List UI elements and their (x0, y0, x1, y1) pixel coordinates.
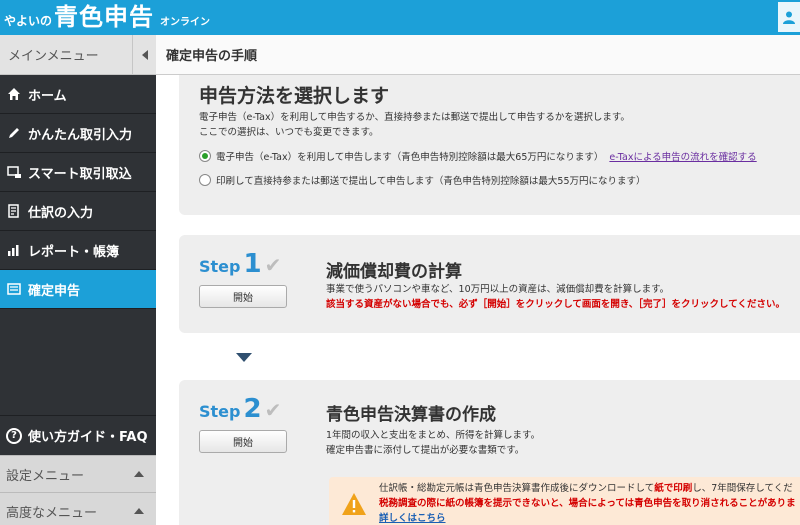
sidebar-item-reports[interactable]: レポート・帳簿 (0, 231, 156, 270)
sidebar-item-home[interactable]: ホーム (0, 75, 156, 114)
details-link[interactable]: 詳しくはこちら (379, 513, 446, 524)
step1-title: 減価償却費の計算 (326, 262, 462, 282)
etax-option-label: 電子申告（e-Tax）を利用して申告します（青色申告特別控除額は最大65万円にな… (216, 152, 604, 163)
advanced-menu-toggle[interactable]: 高度なメニュー (0, 492, 156, 525)
notice-print-emphasis: 紙で印刷 (654, 483, 693, 494)
step1-desc-line: 事業で使うパソコンや車など、10万円以上の資産は、減価償却費を計算します。 (326, 284, 670, 295)
sidebar: メインメニュー ホーム かんたん取引入力 スマート取引取込 仕訳の入力 レポート… (0, 34, 156, 525)
sidebar-item-simple-entry[interactable]: かんたん取引入力 (0, 114, 156, 153)
ledger-notice-text: 仕訳帳・総勘定元帳は青色申告決算書作成後にダウンロードして紙で印刷し、7年間保存… (379, 481, 796, 525)
etax-flow-link[interactable]: e-Taxによる申告の流れを確認する (609, 149, 756, 163)
logo-title: 青色申告 (54, 3, 155, 31)
step-word: Step (199, 257, 241, 276)
filing-method-panel: 申告方法を選択します 電子申告（e-Tax）を利用して申告するか、直接持参または… (179, 75, 800, 215)
import-icon (6, 164, 22, 180)
warning-icon (342, 493, 366, 515)
step2-desc-line: 確定申告書に添付して提出が必要な書類です。 (326, 445, 525, 456)
sidebar-item-tax-return[interactable]: 確定申告 (0, 270, 156, 309)
tax-return-icon (6, 281, 22, 297)
sidebar-item-label: 確定申告 (28, 283, 81, 299)
step-number: 1 (243, 249, 262, 279)
filing-method-desc-line: ここでの選択は、いつでも変更できます。 (199, 127, 379, 138)
home-icon (6, 86, 22, 102)
sidebar-item-guide-faq[interactable]: ? 使い方ガイド・FAQ (0, 415, 156, 455)
sidebar-item-label: 使い方ガイド・FAQ (28, 430, 148, 445)
notice-line-2: 税務調査の際に紙の帳簿を提示できないと、場合によっては青色申告を取り消されること… (379, 498, 796, 509)
step2-description: 1年間の収入と支出をまとめ、所得を計算します。 確定申告書に添付して提出が必要な… (326, 428, 540, 458)
print-radio[interactable] (199, 174, 211, 186)
main-menu-header: メインメニュー (0, 34, 156, 75)
help-icon: ? (6, 427, 22, 444)
step-number: 2 (243, 394, 262, 424)
sidebar-item-label: 仕訳の入力 (28, 205, 94, 221)
sidebar-item-label: レポート・帳簿 (28, 244, 120, 260)
sidebar-item-label: かんたん取引入力 (28, 127, 133, 143)
arrow-down-icon (236, 353, 252, 362)
main-content: 確定申告の手順 申告方法を選択します 電子申告（e-Tax）を利用して申告するか… (156, 35, 800, 525)
journal-icon (6, 203, 22, 219)
step1-description: 事業で使うパソコンや車など、10万円以上の資産は、減価償却費を計算します。 該当… (326, 282, 785, 312)
report-icon (6, 242, 22, 258)
chevron-up-icon (134, 471, 144, 477)
step2-label: Step 2 ✔ (199, 394, 281, 424)
filing-method-desc-line: 電子申告（e-Tax）を利用して申告するか、直接持参または郵送で提出して申告する… (199, 112, 630, 123)
logo-prefix: やよいの (4, 14, 53, 28)
step1-label: Step 1 ✔ (199, 249, 281, 279)
step2-start-button[interactable]: 開始 (199, 430, 287, 453)
print-option[interactable]: 印刷して直接持参または郵送で提出して申告します（青色申告特別控除額は最大55万円… (199, 173, 646, 187)
sidebar-item-smart-import[interactable]: スマート取引取込 (0, 153, 156, 192)
step-word: Step (199, 402, 241, 421)
user-icon (783, 11, 795, 24)
ledger-notice: 仕訳帳・総勘定元帳は青色申告決算書作成後にダウンロードして紙で印刷し、7年間保存… (329, 477, 800, 525)
sidebar-item-label: ホーム (28, 88, 67, 104)
etax-option[interactable]: 電子申告（e-Tax）を利用して申告します（青色申告特別控除額は最大65万円にな… (199, 149, 757, 163)
user-menu-button[interactable] (778, 2, 800, 32)
chevron-left-icon (141, 49, 148, 60)
page-title: 確定申告の手順 (156, 35, 800, 75)
main-menu-title: メインメニュー (8, 49, 99, 64)
collapse-sidebar-button[interactable] (132, 34, 156, 75)
etax-radio[interactable] (199, 150, 211, 162)
logo-online: オンライン (160, 17, 211, 28)
step2-title: 青色申告決算書の作成 (326, 405, 496, 425)
check-icon: ✔ (264, 253, 282, 277)
pencil-icon (6, 125, 22, 141)
step1-start-button[interactable]: 開始 (199, 285, 287, 308)
print-option-label: 印刷して直接持参または郵送で提出して申告します（青色申告特別控除額は最大55万円… (216, 176, 646, 187)
filing-method-title: 申告方法を選択します (199, 85, 390, 107)
step2-panel: Step 2 ✔ 開始 青色申告決算書の作成 1年間の収入と支出をまとめ、所得を… (179, 380, 800, 525)
settings-menu-label: 設定メニュー (6, 468, 85, 484)
settings-menu-toggle[interactable]: 設定メニュー (0, 455, 156, 492)
notice-suffix: し、7年間保存してくだ (692, 483, 793, 494)
step1-warning: 該当する資産がない場合でも、必ず［開始］をクリックして画面を開き、［完了］をクリ… (326, 299, 785, 310)
chevron-up-icon (134, 508, 144, 514)
filing-method-description: 電子申告（e-Tax）を利用して申告するか、直接持参または郵送で提出して申告する… (199, 110, 630, 140)
advanced-menu-label: 高度なメニュー (6, 505, 98, 521)
sidebar-item-journal-entry[interactable]: 仕訳の入力 (0, 192, 156, 231)
step2-desc-line: 1年間の収入と支出をまとめ、所得を計算します。 (326, 430, 541, 441)
notice-line-1: 仕訳帳・総勘定元帳は青色申告決算書作成後にダウンロードして紙で印刷し、7年間保存… (379, 481, 796, 496)
top-bar: やよいの 青色申告 オンライン (0, 0, 800, 35)
sidebar-item-label: スマート取引取込 (28, 166, 132, 182)
app-logo[interactable]: やよいの 青色申告 オンライン (4, 3, 210, 31)
notice-prefix: 仕訳帳・総勘定元帳は青色申告決算書作成後にダウンロードして (379, 483, 655, 494)
check-icon: ✔ (264, 398, 282, 422)
step1-panel: Step 1 ✔ 開始 減価償却費の計算 事業で使うパソコンや車など、10万円以… (179, 235, 800, 333)
